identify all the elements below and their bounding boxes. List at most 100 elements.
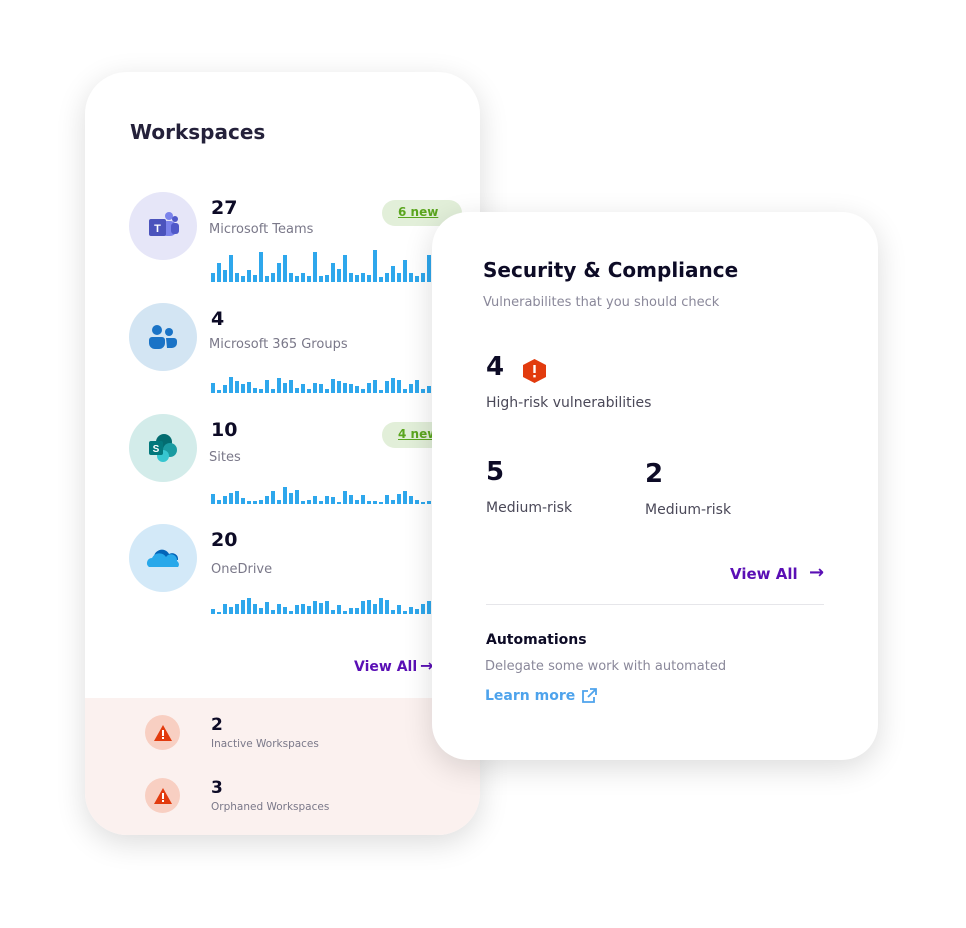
sparkline-bar	[319, 603, 323, 614]
sparkline-bar	[337, 381, 341, 393]
sparkline-bar	[409, 384, 413, 393]
sparkline-bar	[331, 610, 335, 614]
sparkline-bar	[385, 600, 389, 614]
sparkline-bar	[211, 383, 215, 393]
sparkline-bar	[385, 273, 389, 282]
sparkline-bar	[361, 495, 365, 504]
sparkline-bar	[379, 277, 383, 282]
sparkline-bar	[325, 275, 329, 282]
sparkline-bar	[355, 386, 359, 393]
sparkline-bar	[415, 276, 419, 282]
arrow-right-icon[interactable]: →	[809, 562, 824, 583]
warning-icon	[145, 778, 180, 813]
sparkline-bar	[271, 389, 275, 393]
sparkline-bar	[289, 380, 293, 393]
sparkline-bar	[325, 496, 329, 504]
sparkline-bar	[379, 390, 383, 393]
external-link-icon	[582, 688, 598, 703]
sparkline-bar	[427, 501, 431, 504]
sparkline-bar	[391, 266, 395, 282]
workspaces-title: Workspaces	[130, 120, 266, 144]
security-card: Security & Compliance Vulnerabilites tha…	[432, 212, 878, 760]
groups-sparkline	[211, 357, 451, 393]
sparkline-bar	[379, 598, 383, 614]
sparkline-bar	[247, 382, 251, 393]
sparkline-bar	[307, 389, 311, 393]
sparkline-bar	[361, 273, 365, 282]
sparkline-bar	[391, 378, 395, 393]
sparkline-bar	[283, 383, 287, 393]
sparkline-bar	[229, 607, 233, 614]
sparkline-bar	[409, 496, 413, 504]
sparkline-bar	[235, 604, 239, 614]
sparkline-bar	[271, 610, 275, 614]
sites-label: Sites	[209, 450, 241, 465]
sparkline-bar	[373, 604, 377, 614]
sparkline-bar	[343, 255, 347, 282]
sparkline-bar	[391, 500, 395, 504]
sparkline-bar	[355, 500, 359, 504]
sparkline-bar	[217, 612, 221, 614]
sparkline-bar	[403, 491, 407, 504]
alert-orphaned[interactable]: 3 Orphaned Workspaces	[85, 778, 480, 828]
sparkline-bar	[319, 384, 323, 393]
orphaned-count: 3	[211, 778, 223, 798]
sparkline-bar	[235, 381, 239, 393]
workspace-row-sites[interactable]: S 10 Sites 4 new	[85, 414, 480, 514]
medium-risk-label-1: Medium-risk	[486, 500, 573, 516]
sparkline-bar	[337, 605, 341, 614]
sparkline-bar	[319, 501, 323, 504]
sparkline-bar	[241, 498, 245, 504]
sparkline-bar	[361, 601, 365, 614]
sparkline-bar	[421, 389, 425, 393]
alert-inactive[interactable]: 2 Inactive Workspaces	[85, 715, 480, 765]
groups-label: Microsoft 365 Groups	[209, 337, 348, 352]
sparkline-bar	[259, 608, 263, 614]
sparkline-bar	[283, 487, 287, 504]
workspaces-card: Workspaces T 27 Microsoft Teams 6 new 4 …	[85, 72, 480, 835]
sparkline-bar	[325, 389, 329, 393]
high-risk-count: 4	[486, 352, 505, 382]
sparkline-bar	[211, 273, 215, 282]
sparkline-bar	[373, 501, 377, 504]
security-view-all-link[interactable]: View All	[730, 565, 798, 583]
sparkline-bar	[373, 250, 377, 282]
workspace-row-teams[interactable]: T 27 Microsoft Teams 6 new	[85, 192, 480, 292]
teams-icon: T	[129, 192, 197, 260]
workspace-row-onedrive[interactable]: 20 OneDrive	[85, 524, 480, 624]
sparkline-bar	[349, 495, 353, 504]
sparkline-bar	[421, 604, 425, 614]
sparkline-bar	[241, 276, 245, 282]
sparkline-bar	[253, 275, 257, 282]
sparkline-bar	[223, 604, 227, 614]
sparkline-bar	[343, 491, 347, 504]
sparkline-bar	[385, 495, 389, 504]
sparkline-bar	[229, 493, 233, 504]
high-risk-label: High-risk vulnerabilities	[486, 395, 652, 411]
sparkline-bar	[289, 273, 293, 282]
sparkline-bar	[307, 500, 311, 504]
teams-label: Microsoft Teams	[209, 222, 314, 237]
sparkline-bar	[331, 497, 335, 504]
sparkline-bar	[367, 600, 371, 614]
teams-count: 27	[211, 197, 238, 219]
sparkline-bar	[421, 273, 425, 282]
sparkline-bar	[271, 491, 275, 504]
security-subtitle: Vulnerabilites that you should check	[483, 295, 720, 310]
sparkline-bar	[421, 502, 425, 504]
medium-risk-count-2: 2	[645, 459, 664, 489]
sparkline-bar	[373, 380, 377, 393]
sparkline-bar	[385, 381, 389, 393]
sparkline-bar	[223, 385, 227, 393]
sites-sparkline	[211, 468, 451, 504]
workspace-row-groups[interactable]: 4 Microsoft 365 Groups	[85, 303, 480, 403]
sparkline-bar	[241, 384, 245, 393]
sharepoint-icon: S	[129, 414, 197, 482]
learn-more-link[interactable]: Learn more	[485, 688, 598, 704]
sparkline-bar	[307, 606, 311, 614]
sparkline-bar	[349, 608, 353, 614]
sparkline-bar	[307, 276, 311, 282]
groups-icon	[129, 303, 197, 371]
sparkline-bar	[367, 275, 371, 282]
workspaces-view-all-link[interactable]: View All	[354, 659, 417, 675]
